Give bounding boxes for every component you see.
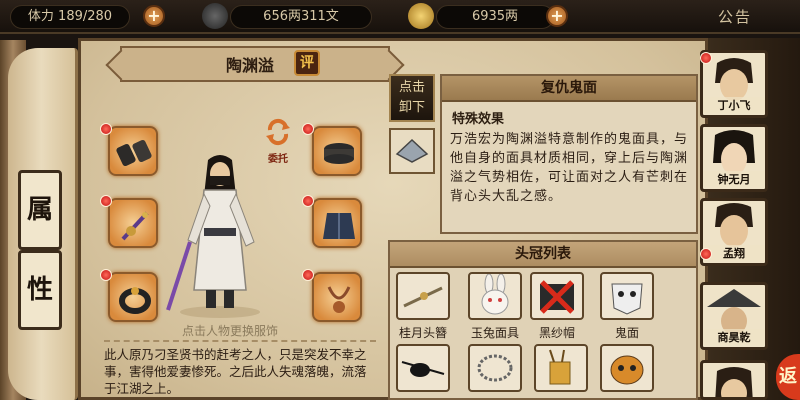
- headwear-item[interactable]: [534, 344, 588, 392]
- sword-hilt-icon: [121, 211, 149, 241]
- rate-button[interactable]: 评: [294, 50, 320, 76]
- quiver-icon: [549, 349, 571, 385]
- equip-slot-ring[interactable]: [108, 272, 158, 322]
- notice-dot-icon: [700, 52, 712, 64]
- hero-card[interactable]: [700, 360, 768, 400]
- headwear-item[interactable]: [530, 272, 584, 320]
- hero-card-name: 丁小飞: [703, 97, 765, 113]
- headwear-item[interactable]: [468, 344, 522, 392]
- equipped-item-thumb[interactable]: [389, 128, 435, 174]
- bead-necklace-icon: [477, 354, 513, 382]
- change-outfit-hint: 点击人物更换服饰: [182, 324, 279, 338]
- headwear-item[interactable]: [468, 272, 522, 320]
- hero-card-name: 商昊乾: [703, 329, 765, 345]
- black-hat-icon: [540, 280, 574, 314]
- headwear-item[interactable]: [600, 272, 654, 320]
- headwear-list-title: 头冠列表: [390, 242, 696, 268]
- hero-card-name: 孟翔: [703, 245, 765, 261]
- item-description: 万浩宏为陶渊溢特意制作的鬼面具，与他自身的面具材质相同，穿上后与陶渊溢之气势相佐…: [450, 132, 689, 204]
- item-label: 鬼面: [614, 326, 639, 340]
- item-detail-panel: 复仇鬼面 特殊效果 万浩宏为陶渊溢特意制作的鬼面具，与他自身的面具材质相同，穿上…: [440, 74, 698, 234]
- equip-slot-bracers[interactable]: [108, 126, 158, 176]
- hero-figure[interactable]: [160, 150, 280, 320]
- hero-card[interactable]: 钟无月: [700, 124, 768, 192]
- hero-name: 陶渊溢: [225, 56, 274, 75]
- notice-dot-icon: [302, 123, 314, 135]
- stamina-text: 体力 189/280: [27, 9, 113, 24]
- headband-icon: [324, 143, 354, 164]
- equip-slot-accessory[interactable]: [312, 272, 362, 322]
- equip-slot-weapon[interactable]: [108, 198, 158, 248]
- headwear-item[interactable]: [396, 272, 450, 320]
- coin-icon: [202, 3, 228, 29]
- coins-display: 656两311文: [230, 5, 372, 29]
- hero-card[interactable]: 商昊乾: [700, 282, 768, 350]
- headwear-item[interactable]: [396, 344, 450, 392]
- unload-button[interactable]: 点击 卸下: [389, 74, 435, 122]
- ghost-mask-icon: [611, 283, 643, 315]
- eyepatch-icon: [401, 361, 445, 377]
- gold-ingot-icon: [408, 3, 434, 29]
- notice-dot-icon: [700, 248, 712, 260]
- notice-dot-icon: [302, 195, 314, 207]
- item-detail-title: 复仇鬼面: [442, 76, 696, 102]
- equip-slot-robe[interactable]: [312, 198, 362, 248]
- notice-dot-icon: [302, 269, 314, 281]
- item-label: 黑纱帽: [538, 326, 575, 340]
- equipped-hat-icon: [395, 138, 429, 163]
- hero-card-name: 钟无月: [703, 171, 765, 187]
- tab-attributes-top[interactable]: 属: [18, 170, 62, 250]
- gold-text: 6935两: [471, 9, 519, 24]
- ring-icon: [119, 287, 151, 314]
- pendant-icon: [327, 286, 351, 313]
- notice-dot-icon: [100, 269, 112, 281]
- add-gold-button[interactable]: +: [546, 5, 568, 27]
- robe-icon: [323, 213, 355, 239]
- hairpin-icon: [403, 286, 443, 308]
- top-bar: 体力 189/280 + 656两311文 6935两 + 公告: [0, 0, 800, 34]
- bracers-icon: [116, 139, 152, 167]
- item-label: 桂月头簪: [398, 326, 447, 340]
- hero-biography: 此人原乃刁圣贤书的赶考之人，只是突发不幸之事，害得他爱妻惨死。之后此人失魂落魄，…: [104, 340, 376, 400]
- hero-portrait: [715, 367, 753, 397]
- equip-slot-hat[interactable]: [312, 126, 362, 176]
- gold-display: 6935两: [436, 5, 554, 29]
- notice-dot-icon: [100, 123, 112, 135]
- unload-label: 点击 卸下: [398, 80, 425, 115]
- headwear-item[interactable]: [600, 344, 654, 392]
- notice-dot-icon: [100, 195, 112, 207]
- rabbit-mask-icon: [481, 273, 509, 315]
- tiger-mask-icon: [610, 355, 644, 385]
- add-stamina-button[interactable]: +: [143, 5, 165, 27]
- special-effect-heading: 特殊效果: [452, 112, 505, 127]
- tab-attributes-bottom[interactable]: 性: [18, 250, 62, 330]
- coins-text: 656两311文: [263, 9, 339, 24]
- swap-arrows-icon: [266, 118, 290, 146]
- stamina-display: 体力 189/280: [10, 5, 130, 29]
- announcement-button[interactable]: 公告: [718, 6, 752, 27]
